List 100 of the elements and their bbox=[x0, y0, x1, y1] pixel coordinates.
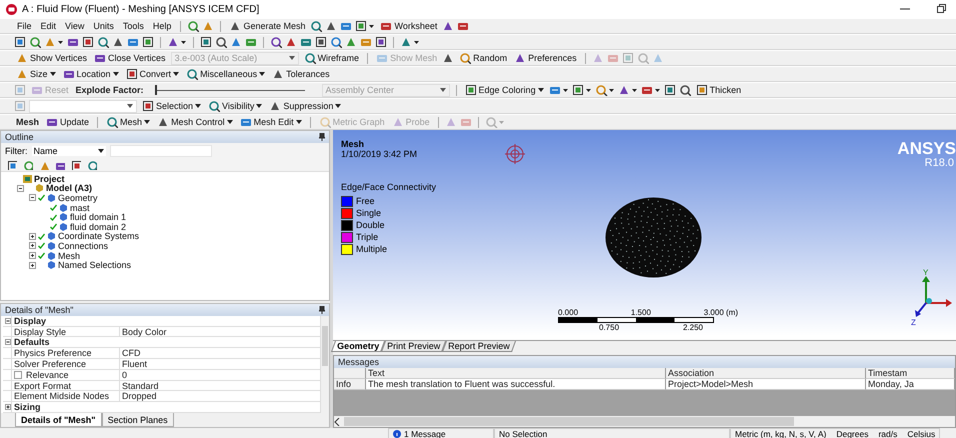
scrollbar[interactable] bbox=[321, 316, 329, 413]
toolbar-button[interactable]: Tolerances bbox=[270, 68, 332, 80]
toolbar-button[interactable]: Random bbox=[457, 52, 510, 64]
toolbar-button[interactable]: Wireframe bbox=[302, 52, 362, 64]
menu-item[interactable]: Edit bbox=[38, 21, 60, 31]
toolbar-icon[interactable] bbox=[330, 36, 342, 48]
group-header[interactable]: Defaults bbox=[12, 337, 321, 348]
toolbar-button[interactable]: Preferences bbox=[512, 52, 579, 64]
menu-item[interactable]: Tools bbox=[120, 21, 147, 31]
toolbar-button[interactable]: Miscellaneous bbox=[184, 68, 268, 80]
toolbar-icon[interactable] bbox=[315, 36, 327, 48]
toolbar-button[interactable]: Visibility bbox=[206, 100, 264, 112]
menu-item[interactable]: View bbox=[62, 21, 88, 31]
scroll-left-icon[interactable] bbox=[334, 418, 340, 426]
view-tab[interactable]: Report Preview bbox=[442, 341, 516, 352]
expand-icon[interactable] bbox=[29, 262, 36, 269]
tree-item[interactable]: Coordinate Systems bbox=[58, 231, 140, 242]
toolbar-button[interactable]: Size bbox=[14, 68, 58, 80]
expand-icon[interactable] bbox=[29, 232, 36, 240]
panel-tab[interactable]: Details of "Mesh" bbox=[15, 413, 102, 427]
expand-icon[interactable] bbox=[5, 404, 11, 410]
toolbar-button[interactable]: Convert bbox=[124, 68, 182, 80]
toolbar-icon[interactable] bbox=[67, 36, 79, 48]
toolbar-icon[interactable] bbox=[594, 84, 615, 96]
expand-icon[interactable] bbox=[29, 252, 36, 260]
explode-slider[interactable] bbox=[154, 85, 305, 95]
tree-item[interactable]: fluid domain 1 bbox=[70, 212, 126, 222]
toolbar-icon[interactable] bbox=[82, 36, 94, 48]
menu-item[interactable]: File bbox=[14, 21, 35, 31]
toolbar-icon[interactable] bbox=[270, 36, 282, 48]
group-header[interactable]: Display bbox=[12, 316, 321, 327]
toolbar-icon[interactable] bbox=[7, 160, 17, 170]
tree-item[interactable]: Model (A3) bbox=[46, 183, 92, 194]
checkbox[interactable] bbox=[14, 370, 22, 379]
toolbar-icon[interactable] bbox=[187, 20, 200, 32]
toolbar-icon[interactable] bbox=[71, 160, 81, 170]
menu-item[interactable]: Units bbox=[90, 21, 117, 31]
tree-item[interactable]: mast bbox=[70, 202, 90, 213]
search-field[interactable] bbox=[110, 145, 212, 157]
pin-icon[interactable] bbox=[319, 306, 325, 314]
toolbar-button[interactable]: Edge Coloring bbox=[462, 84, 546, 96]
toolbar-icon[interactable] bbox=[618, 84, 638, 96]
tree-item[interactable]: Geometry bbox=[58, 192, 98, 203]
pin-icon[interactable] bbox=[319, 133, 325, 141]
toolbar-icon[interactable] bbox=[14, 36, 26, 48]
toolbar-button[interactable]: Mesh bbox=[104, 116, 152, 128]
toolbar-icon[interactable] bbox=[375, 36, 387, 48]
toolbar-button[interactable]: Thicken bbox=[694, 84, 744, 96]
toolbar-icon[interactable] bbox=[355, 20, 376, 32]
toolbar-icon[interactable] bbox=[678, 84, 691, 96]
toolbar-icon[interactable] bbox=[215, 36, 227, 48]
toolbar-button[interactable]: Show Vertices bbox=[14, 52, 90, 64]
expand-icon[interactable] bbox=[29, 242, 36, 250]
collapse-icon[interactable] bbox=[5, 318, 11, 324]
restore-icon[interactable] bbox=[936, 4, 946, 14]
toolbar-icon[interactable] bbox=[640, 84, 661, 96]
toolbar-icon[interactable] bbox=[200, 36, 212, 48]
toolbar-button[interactable]: Worksheet bbox=[378, 20, 440, 32]
tree-item[interactable]: Named Selections bbox=[58, 260, 132, 270]
toolbar-icon[interactable] bbox=[55, 160, 65, 170]
toolbar-icon[interactable] bbox=[167, 36, 187, 48]
dropdown-field[interactable] bbox=[29, 100, 137, 112]
toolbar-icon[interactable] bbox=[400, 36, 420, 48]
panel-tab[interactable]: Section Planes bbox=[102, 413, 174, 427]
toolbar-button[interactable]: Selection bbox=[140, 100, 204, 112]
view-tab[interactable]: Print Preview bbox=[381, 341, 446, 352]
collapse-icon[interactable] bbox=[5, 339, 11, 346]
toolbar-icon[interactable] bbox=[325, 20, 338, 32]
toolbar-button[interactable]: Update bbox=[44, 116, 92, 128]
toolbar-icon[interactable] bbox=[442, 20, 454, 32]
toolbar-icon[interactable] bbox=[572, 84, 592, 96]
tree-item[interactable]: Connections bbox=[58, 240, 108, 251]
unit-status[interactable]: Degrees bbox=[836, 428, 868, 438]
toolbar-button[interactable]: Mesh Control bbox=[155, 116, 235, 128]
scrollbar[interactable] bbox=[334, 416, 955, 427]
view-tab[interactable]: Geometry bbox=[331, 341, 386, 352]
filter-dropdown[interactable]: Name bbox=[32, 146, 106, 156]
toolbar-icon[interactable] bbox=[548, 84, 569, 96]
toolbar-icon[interactable] bbox=[29, 36, 41, 48]
toolbar-button[interactable]: Close Vertices bbox=[92, 52, 168, 64]
toolbar-button[interactable]: Mesh Edit bbox=[238, 116, 304, 128]
toolbar-button[interactable]: Suppression bbox=[267, 100, 344, 112]
unit-status[interactable]: rad/s bbox=[878, 428, 898, 438]
tree-item[interactable]: Project bbox=[34, 174, 65, 184]
collapse-icon[interactable] bbox=[17, 184, 24, 192]
tree-item[interactable]: fluid domain 2 bbox=[70, 222, 126, 232]
toolbar-icon[interactable] bbox=[97, 36, 109, 48]
menu-item[interactable]: Help bbox=[150, 21, 174, 31]
toolbar-icon[interactable] bbox=[442, 52, 454, 64]
toolbar-icon[interactable] bbox=[112, 36, 124, 48]
toolbar-icon[interactable] bbox=[664, 84, 676, 96]
collapse-icon[interactable] bbox=[29, 194, 36, 202]
toolbar-icon[interactable] bbox=[310, 20, 322, 32]
toolbar-button[interactable]: Location bbox=[60, 68, 121, 80]
toolbar-icon[interactable] bbox=[44, 36, 64, 48]
unit-status[interactable]: Metric (m, kg, N, s, V, A) bbox=[735, 428, 826, 438]
toolbar-icon[interactable] bbox=[142, 36, 154, 48]
unit-status[interactable]: Celsius bbox=[907, 428, 936, 438]
toolbar-button[interactable]: Generate Mesh bbox=[227, 20, 308, 32]
tree-item[interactable]: Mesh bbox=[58, 250, 80, 261]
